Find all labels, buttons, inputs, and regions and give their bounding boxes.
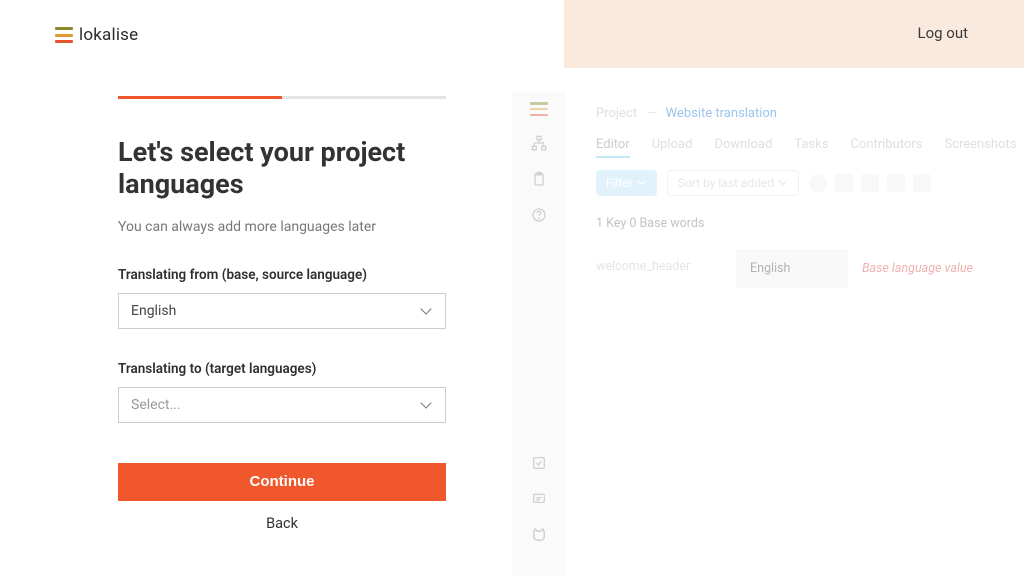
- tab-tasks[interactable]: Tasks: [794, 137, 828, 152]
- brand-logo-icon: [55, 27, 73, 43]
- chevron-down-icon: [780, 179, 788, 187]
- editor-tabs: Editor Upload Download Tasks Contributor…: [596, 137, 1004, 152]
- preview-sidebar: [512, 92, 566, 576]
- tab-download[interactable]: Download: [714, 137, 772, 152]
- brand-name: lokalise: [79, 25, 138, 45]
- topbar: lokalise Log out: [0, 0, 1024, 68]
- checkbox-icon: [530, 454, 548, 472]
- help-icon: [530, 206, 548, 224]
- brand-logo[interactable]: lokalise: [55, 25, 138, 45]
- page-title: Let's select your project languages: [118, 137, 448, 201]
- wizard-panel: Let's select your project languages You …: [118, 96, 448, 532]
- filter-label: Filter: [606, 176, 633, 190]
- brand-logo-icon: [530, 102, 548, 116]
- chevron-down-icon: [639, 179, 647, 187]
- toolbar-icon[interactable]: [809, 174, 827, 192]
- toolbar-icon[interactable]: [835, 174, 853, 192]
- target-languages-select[interactable]: Select...: [118, 387, 446, 423]
- key-value-placeholder[interactable]: Base language value: [848, 249, 1004, 288]
- source-language-value: English: [131, 303, 176, 319]
- source-language-select[interactable]: English: [118, 293, 446, 329]
- breadcrumb: Project — Website translation: [596, 106, 1004, 121]
- toolbar-icons: [809, 174, 931, 192]
- cat-icon: [530, 526, 548, 544]
- filter-button[interactable]: Filter: [596, 170, 657, 196]
- tab-upload[interactable]: Upload: [652, 137, 693, 152]
- target-languages-label: Translating to (target languages): [118, 361, 448, 377]
- breadcrumb-project[interactable]: Website translation: [666, 106, 777, 121]
- toolbar-icon[interactable]: [887, 174, 905, 192]
- chevron-down-icon: [421, 305, 433, 317]
- breadcrumb-sep: —: [646, 106, 656, 121]
- key-name[interactable]: welcome_header: [596, 249, 736, 288]
- toolbar-icon[interactable]: [861, 174, 879, 192]
- key-row: welcome_header English Base language val…: [596, 249, 1004, 288]
- chevron-down-icon: [421, 399, 433, 411]
- back-button[interactable]: Back: [118, 515, 446, 532]
- tab-screenshots[interactable]: Screenshots: [944, 137, 1016, 152]
- clipboard-icon: [530, 170, 548, 188]
- breadcrumb-root[interactable]: Project: [596, 106, 637, 121]
- preview-main: Project — Website translation Editor Upl…: [566, 92, 1024, 576]
- logout-link[interactable]: Log out: [917, 24, 968, 42]
- editor-toolbar: Filter Sort by last added: [596, 170, 1004, 196]
- message-icon: [530, 490, 548, 508]
- tab-contributors[interactable]: Contributors: [850, 137, 922, 152]
- source-language-label: Translating from (base, source language): [118, 267, 448, 283]
- page-subtitle: You can always add more languages later: [118, 219, 448, 235]
- key-language[interactable]: English: [736, 249, 848, 288]
- toolbar-icon[interactable]: [913, 174, 931, 192]
- sort-label: Sort by last added: [678, 176, 774, 190]
- editor-preview: Project — Website translation Editor Upl…: [512, 92, 1024, 576]
- target-languages-placeholder: Select...: [131, 397, 181, 413]
- continue-button[interactable]: Continue: [118, 463, 446, 501]
- sort-button[interactable]: Sort by last added: [667, 170, 799, 196]
- key-count-text: 1 Key 0 Base words: [596, 216, 1004, 231]
- tab-editor[interactable]: Editor: [596, 137, 630, 152]
- progress-fill: [118, 96, 282, 99]
- progress-bar: [118, 96, 446, 99]
- sitemap-icon: [530, 134, 548, 152]
